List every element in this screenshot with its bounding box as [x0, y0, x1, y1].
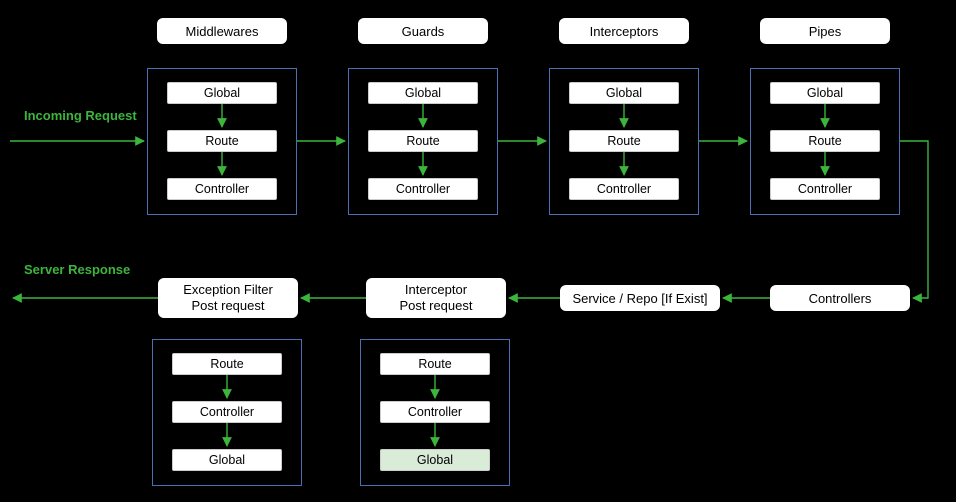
header-middlewares: Middlewares — [157, 18, 287, 44]
server-response-label: Server Response — [24, 262, 130, 277]
middlewares-controller: Controller — [167, 178, 277, 200]
interceptors-route: Route — [569, 130, 679, 152]
diagram-stage: Incoming Request Server Response Middlew… — [0, 0, 956, 502]
guards-controller: Controller — [368, 178, 478, 200]
interceptor-post-line2: Post request — [400, 298, 473, 314]
guards-route: Route — [368, 130, 478, 152]
exception-post-global: Global — [172, 449, 282, 471]
header-guards: Guards — [358, 18, 488, 44]
middlewares-route: Route — [167, 130, 277, 152]
exception-post-route: Route — [172, 353, 282, 375]
header-interceptors: Interceptors — [559, 18, 689, 44]
interceptor-post-line1: Interceptor — [405, 282, 467, 298]
interceptors-global: Global — [569, 82, 679, 104]
exception-post-controller: Controller — [172, 401, 282, 423]
service-repo-block: Service / Repo [If Exist] — [560, 285, 720, 311]
interceptor-post-header: Interceptor Post request — [366, 278, 506, 318]
exception-post-header: Exception Filter Post request — [158, 278, 298, 318]
pipes-global: Global — [770, 82, 880, 104]
exception-post-line2: Post request — [192, 298, 265, 314]
interceptors-controller: Controller — [569, 178, 679, 200]
interceptor-post-route: Route — [380, 353, 490, 375]
pipes-route: Route — [770, 130, 880, 152]
pipes-controller: Controller — [770, 178, 880, 200]
controllers-block: Controllers — [770, 285, 910, 311]
middlewares-global: Global — [167, 82, 277, 104]
exception-post-line1: Exception Filter — [183, 282, 273, 298]
guards-global: Global — [368, 82, 478, 104]
interceptor-post-global: Global — [380, 449, 490, 471]
interceptor-post-controller: Controller — [380, 401, 490, 423]
incoming-request-label: Incoming Request — [24, 108, 137, 123]
header-pipes: Pipes — [760, 18, 890, 44]
